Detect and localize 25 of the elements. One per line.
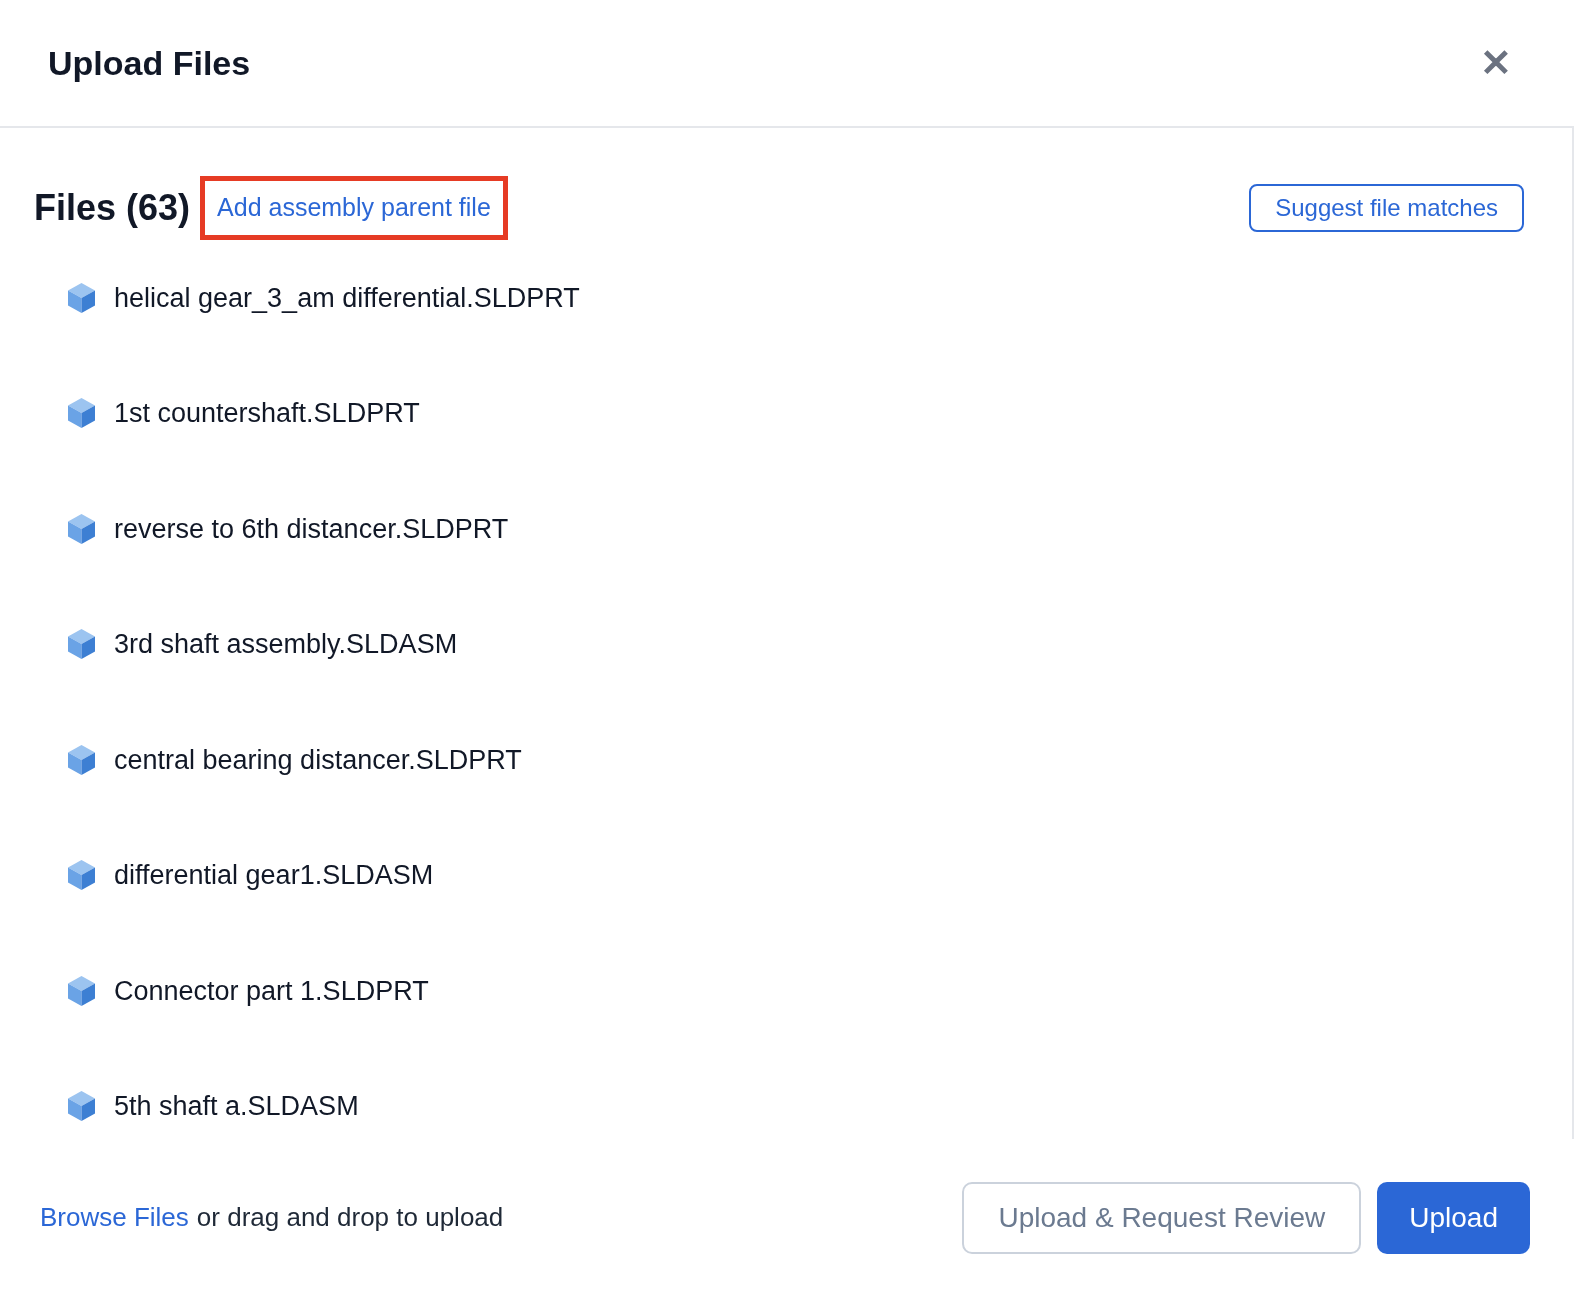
cube-icon	[67, 1090, 96, 1122]
file-name: reverse to 6th distancer.SLDPRT	[114, 514, 509, 543]
dialog-title: Upload Files	[48, 42, 251, 84]
close-button[interactable]: ✕	[1480, 44, 1512, 82]
cube-icon	[67, 743, 96, 776]
upload-button[interactable]: Upload	[1377, 1181, 1530, 1254]
file-name: central bearing distancer.SLDPRT	[114, 745, 522, 774]
add-parent-link[interactable]: Add assembly parent file	[200, 176, 508, 240]
cube-icon	[67, 628, 96, 660]
file-name: helical gear_3_am differential.SLDPRT	[114, 283, 580, 312]
file-name: 1st countershaft.SLDPRT	[114, 399, 420, 427]
browse-files-link[interactable]: Browse Files	[40, 1198, 189, 1237]
cube-icon	[67, 397, 96, 429]
files-heading: Files (63)	[34, 185, 191, 230]
cube-icon	[67, 281, 96, 314]
cube-icon	[67, 512, 96, 545]
file-name: 5th shaft a.SLDASM	[114, 1092, 359, 1120]
suggest-matches-button[interactable]: Suggest file matches	[1249, 183, 1524, 232]
file-name: differential gear1.SLDASM	[114, 861, 434, 889]
cube-icon	[67, 974, 96, 1007]
cube-icon	[67, 859, 96, 891]
file-name: 3rd shaft assembly.SLDASM	[114, 630, 458, 658]
drop-hint: or drag and drop to upload	[196, 1201, 504, 1234]
file-name: Connector part 1.SLDPRT	[114, 976, 429, 1005]
upload-request-review-button[interactable]: Upload & Request Review	[962, 1181, 1362, 1254]
